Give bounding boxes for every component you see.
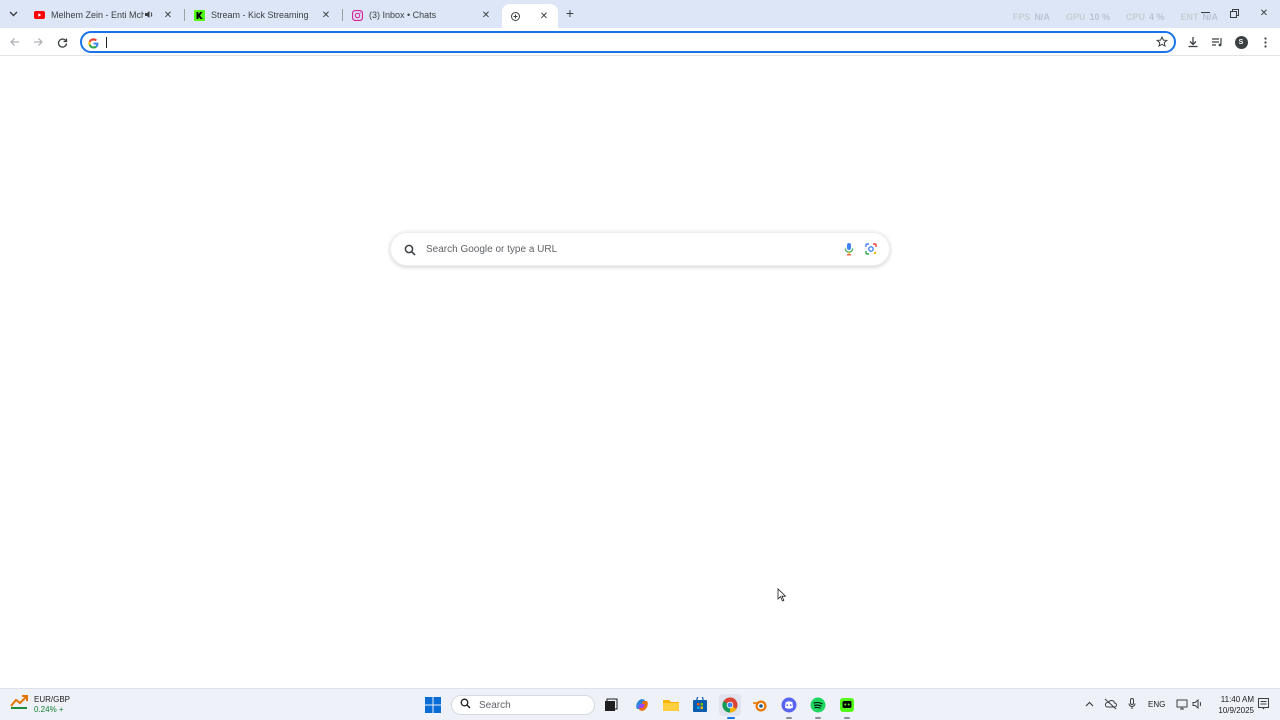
running-app-indicator [844, 717, 850, 719]
search-placeholder: Search Google or type a URL [426, 244, 558, 255]
ntp-search-box[interactable]: Search Google or type a URL [390, 232, 890, 266]
microphone-icon[interactable] [844, 242, 854, 261]
windows-taskbar: EUR/GBP 0.24% + Search ENG 11:40 AM 10/9… [0, 688, 1280, 720]
network-icon[interactable] [1175, 697, 1189, 711]
tab-new-tab-active[interactable]: ✕ [502, 4, 558, 28]
speaker-icon[interactable] [144, 10, 154, 21]
onedrive-off-icon[interactable] [1103, 697, 1117, 711]
close-tab-icon[interactable]: ✕ [480, 9, 492, 21]
performance-overlay: FPS N/A GPU 10 % CPU 4 % ENT N/A [1013, 12, 1218, 22]
active-app-indicator [727, 717, 735, 719]
close-tab-icon[interactable]: ✕ [320, 9, 332, 21]
volume-icon[interactable] [1191, 697, 1205, 711]
chevron-up-icon[interactable] [1082, 697, 1096, 711]
tab-divider [184, 9, 185, 21]
new-tab-plus-icon[interactable]: + [562, 5, 578, 21]
fps-value: N/A [1034, 12, 1050, 22]
close-tab-icon[interactable]: ✕ [538, 10, 550, 22]
file-explorer-icon[interactable] [660, 694, 682, 716]
fps-label: FPS [1012, 12, 1031, 22]
cpu-label: CPU [1125, 12, 1145, 22]
instagram-icon [352, 9, 363, 21]
google-lens-icon[interactable] [864, 242, 878, 261]
download-icon[interactable] [1185, 34, 1201, 50]
system-clock[interactable]: 11:40 AM 10/9/2025 [1210, 694, 1254, 716]
chrome-icon[interactable] [719, 694, 741, 716]
gpu-value: 10 % [1089, 12, 1110, 22]
restore-icon[interactable] [1227, 6, 1241, 20]
reload-icon[interactable] [54, 34, 70, 50]
back-arrow-icon[interactable] [6, 34, 22, 50]
forward-arrow-icon[interactable] [30, 34, 46, 50]
cpu-value: 4 % [1148, 12, 1165, 22]
search-icon [404, 243, 416, 261]
microphone-tray-icon[interactable] [1125, 697, 1139, 711]
gpu-label: GPU [1065, 12, 1086, 22]
widget-pair: EUR/GBP [34, 694, 71, 704]
kick-app-icon[interactable] [836, 694, 858, 716]
bookmark-star-icon[interactable] [1155, 35, 1169, 53]
running-app-indicator [786, 717, 792, 719]
notifications-icon[interactable] [1256, 697, 1270, 711]
tab-youtube[interactable]: Melhem Zein - Enti Mchiti | ✕ [26, 4, 182, 26]
clock-time: 11:40 AM [1220, 695, 1254, 704]
blender-icon[interactable] [749, 694, 771, 716]
close-window-icon[interactable]: ✕ [1257, 6, 1271, 20]
running-app-indicator [815, 717, 821, 719]
search-icon [460, 696, 471, 714]
youtube-icon [34, 10, 45, 21]
kebab-menu-icon[interactable] [1257, 34, 1273, 50]
task-view-icon[interactable] [600, 694, 622, 716]
omnibox-input[interactable] [106, 35, 1136, 50]
taskbar-search-label: Search [479, 699, 511, 711]
avatar: S [1234, 35, 1248, 49]
tab-search-chevron-icon[interactable] [4, 5, 22, 23]
minimize-icon[interactable] [1198, 6, 1212, 20]
market-widget[interactable]: EUR/GBP 0.24% + [10, 694, 70, 715]
windows-start-icon[interactable] [422, 694, 444, 716]
tab-divider [342, 9, 343, 21]
microsoft-store-icon[interactable] [689, 694, 711, 716]
kick-icon [194, 9, 205, 21]
currency-chart-icon [10, 694, 28, 715]
media-controls-icon[interactable] [1209, 34, 1225, 50]
google-g-icon [88, 36, 99, 54]
language-indicator[interactable]: ENG [1148, 700, 1165, 709]
text-caret [106, 37, 107, 48]
taskbar-search[interactable]: Search [451, 695, 595, 715]
spotify-icon[interactable] [807, 694, 829, 716]
mouse-cursor-icon [777, 588, 787, 607]
tab-title: (3) Inbox • Chats [369, 10, 437, 20]
new-tab-icon [510, 11, 521, 22]
tab-instagram[interactable]: (3) Inbox • Chats ✕ [344, 4, 500, 26]
address-bar[interactable] [80, 31, 1176, 53]
close-tab-icon[interactable]: ✕ [162, 9, 174, 21]
tab-title: Melhem Zein - Enti Mchiti | [51, 10, 144, 20]
ent-label: ENT [1180, 12, 1199, 22]
tab-kick[interactable]: Stream - Kick Streaming ✕ [186, 4, 340, 26]
browser-toolbar: S [0, 28, 1280, 56]
tab-title: Stream - Kick Streaming [211, 10, 309, 20]
tab-strip: Melhem Zein - Enti Mchiti | ✕ Stream - K… [0, 0, 1280, 28]
profile-avatar[interactable]: S [1233, 34, 1249, 50]
clock-date: 10/9/2025 [1218, 706, 1254, 715]
widget-change: 0.24% + [34, 704, 64, 714]
copilot-icon[interactable] [631, 694, 653, 716]
discord-icon[interactable] [778, 694, 800, 716]
